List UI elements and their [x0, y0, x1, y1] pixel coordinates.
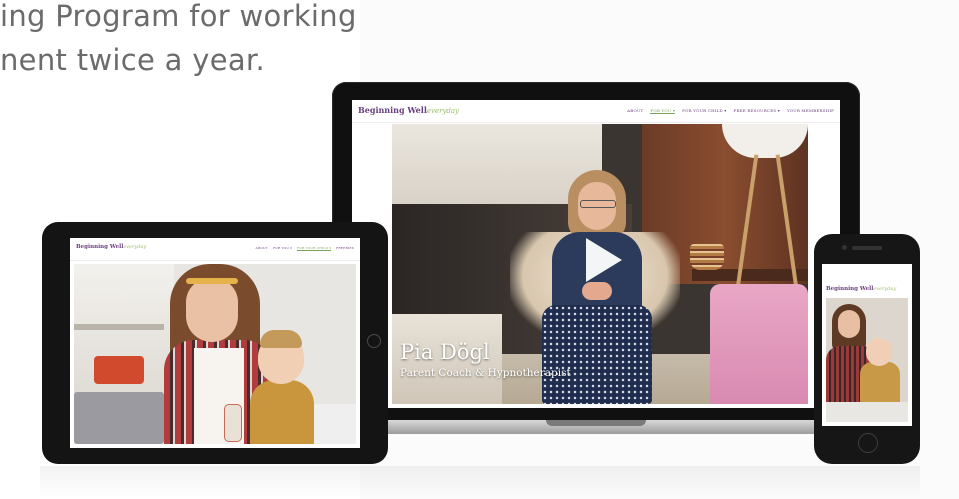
photo-woman-face	[838, 310, 860, 338]
laptop-screen: Beginning Welleveryday ABOUT FOR YOU ▾ F…	[352, 100, 840, 408]
photo-red-object	[94, 356, 144, 384]
tablet-hero-photo	[74, 264, 356, 444]
video-caption-role: Parent Coach & Hypnotherapist	[400, 367, 571, 379]
presenter-glasses	[580, 200, 616, 208]
photo-table	[826, 402, 908, 422]
intro-line-1: ing Program for working	[0, 0, 357, 33]
nav-about[interactable]: ABOUT	[256, 246, 268, 251]
tablet-screen: Beginning Welleveryday ABOUT FOR YOU ▾ F…	[70, 238, 360, 448]
tablet-home-button[interactable]	[367, 334, 381, 348]
site-logo[interactable]: Beginning Welleveryday	[358, 105, 459, 115]
nav-freebies[interactable]: FREEBIES	[336, 246, 354, 251]
photo-baby-hair	[260, 330, 302, 348]
play-icon[interactable]	[586, 238, 622, 282]
logo-main: Beginning Well	[76, 244, 124, 250]
logo-script: everyday	[123, 244, 147, 250]
photo-headband	[186, 278, 238, 284]
presenter-hands	[582, 282, 612, 300]
phone-screen: Beginning Welleveryday	[822, 264, 912, 426]
phone-site-logo[interactable]: Beginning Welleveryday	[826, 286, 896, 292]
tablet-site-logo[interactable]: Beginning Welleveryday	[76, 244, 146, 250]
nav-for-your-child[interactable]: FOR YOUR CHILD ▾	[682, 108, 726, 114]
nav-your-membership[interactable]: YOUR MEMBERSHIP	[787, 108, 834, 114]
device-reflection	[40, 466, 920, 499]
photo-shelf	[74, 324, 164, 330]
photo-woman-face	[186, 278, 238, 342]
photo-baby-head	[866, 338, 892, 366]
presenter-skirt	[542, 305, 652, 404]
phone-home-button[interactable]	[858, 433, 878, 453]
nav-about[interactable]: ABOUT	[627, 108, 643, 114]
nav-for-your-child[interactable]: FOR YOUR CHILD ▾	[296, 246, 332, 251]
laptop-notch	[546, 420, 646, 426]
video-shelf	[692, 269, 808, 281]
video-pink-chair	[710, 284, 808, 404]
phone-hero-photo	[826, 298, 908, 422]
nav-for-you[interactable]: FOR YOU ▾	[650, 108, 676, 114]
tablet-main-nav: ABOUT FOR YOU ▾ FOR YOUR CHILD ▾ FREEBIE…	[256, 246, 354, 251]
hero-video[interactable]: Pia Dögl Parent Coach & Hypnotherapist	[392, 124, 808, 404]
photo-bottle	[224, 404, 242, 442]
phone-speaker	[852, 246, 882, 250]
video-caption-name: Pia Dögl	[400, 340, 490, 364]
phone-camera	[842, 245, 847, 250]
nav-for-you[interactable]: FOR YOU ▾	[273, 246, 292, 251]
intro-text: ing Program for working nent twice a yea…	[0, 0, 357, 82]
logo-main: Beginning Well	[358, 105, 427, 115]
logo-script: everyday	[426, 107, 460, 115]
logo-script: everyday	[873, 286, 897, 292]
video-basket	[690, 244, 724, 270]
intro-line-2: nent twice a year.	[0, 43, 265, 77]
logo-main: Beginning Well	[826, 286, 874, 292]
photo-baby-body	[250, 380, 314, 444]
main-nav: ABOUT FOR YOU ▾ FOR YOUR CHILD ▾ FREE RE…	[627, 108, 834, 114]
tablet-site-header: Beginning Welleveryday ABOUT FOR YOU ▾ F…	[70, 238, 360, 261]
nav-free-resources[interactable]: FREE RESOURCES ▾	[734, 108, 780, 114]
photo-laptop	[74, 392, 164, 444]
site-header: Beginning Welleveryday ABOUT FOR YOU ▾ F…	[352, 100, 840, 123]
